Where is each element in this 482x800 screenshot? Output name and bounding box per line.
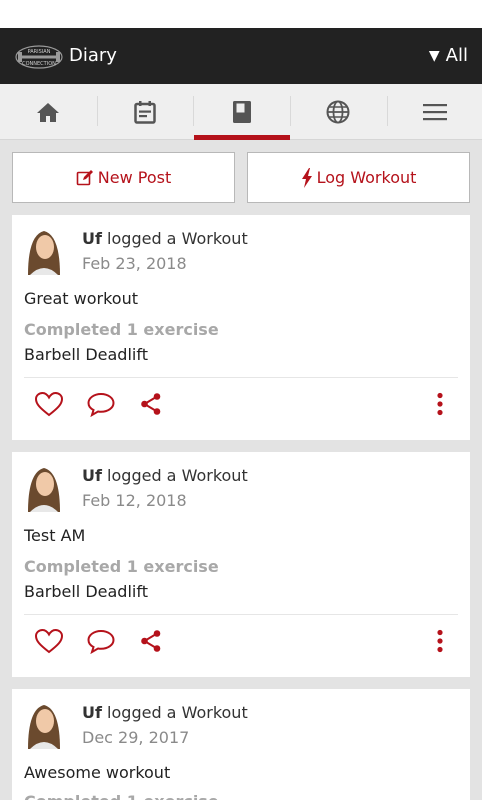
more-vertical-icon <box>437 392 443 416</box>
comment-button[interactable] <box>86 624 116 658</box>
hamburger-menu-icon <box>423 104 447 121</box>
post-date: Feb 12, 2018 <box>82 491 187 510</box>
status-bar <box>0 0 482 28</box>
tab-calendar[interactable] <box>97 84 193 140</box>
filter-label: All <box>445 45 468 66</box>
more-options-button[interactable] <box>436 624 444 658</box>
avatar <box>24 462 64 512</box>
more-vertical-icon <box>437 629 443 653</box>
filter-dropdown[interactable]: ▼ All <box>429 45 468 66</box>
post-header: Uf logged a Workout <box>82 703 248 722</box>
heart-icon <box>34 628 64 654</box>
avatar <box>24 699 64 749</box>
post-date: Dec 29, 2017 <box>82 728 190 747</box>
book-icon <box>233 101 251 123</box>
tab-menu[interactable] <box>387 84 482 140</box>
calendar-icon <box>134 101 156 124</box>
share-icon <box>141 393 161 415</box>
edit-icon <box>76 169 93 185</box>
post-action: logged a Workout <box>107 703 248 722</box>
post-action: logged a Workout <box>107 229 248 248</box>
tab-home[interactable] <box>0 84 96 140</box>
avatar <box>24 225 64 275</box>
app-bar: PARISIAN CONNECTION Diary ▼ All <box>0 28 482 84</box>
completed-summary: Completed 1 exercise <box>24 557 219 576</box>
tab-bar <box>0 84 482 140</box>
user-name[interactable]: Uf <box>82 466 102 485</box>
log-workout-button[interactable]: Log Workout <box>247 152 470 203</box>
post-date: Feb 23, 2018 <box>82 254 187 273</box>
share-button[interactable] <box>140 387 162 421</box>
completed-summary: Completed 1 exercise <box>24 320 219 339</box>
more-options-button[interactable] <box>436 387 444 421</box>
triangle-down-icon: ▼ <box>428 47 440 64</box>
new-post-button[interactable]: New Post <box>12 152 235 203</box>
share-button[interactable] <box>140 624 162 658</box>
divider <box>24 614 458 615</box>
bolt-icon <box>301 167 312 188</box>
exercise-name: Barbell Deadlift <box>24 345 148 364</box>
page-title: Diary <box>69 45 117 66</box>
completed-summary: Completed 1 exercise <box>24 792 219 800</box>
post-text: Test AM <box>24 526 86 545</box>
home-icon <box>37 103 59 122</box>
feed-card: Uf logged a Workout Feb 23, 2018 Great w… <box>12 215 470 440</box>
logo: PARISIAN CONNECTION <box>15 45 63 69</box>
tab-community[interactable] <box>290 84 386 140</box>
like-button[interactable] <box>34 624 64 658</box>
post-header: Uf logged a Workout <box>82 466 248 485</box>
post-text: Great workout <box>24 289 138 308</box>
tab-diary[interactable] <box>194 84 290 140</box>
globe-icon <box>326 100 350 124</box>
post-action: logged a Workout <box>107 466 248 485</box>
new-post-label: New Post <box>97 168 172 187</box>
svg-text:PARISIAN: PARISIAN <box>28 49 51 55</box>
comment-button[interactable] <box>86 387 116 421</box>
heart-icon <box>34 391 64 417</box>
action-buttons: New Post Log Workout <box>12 152 470 204</box>
active-tab-indicator <box>194 135 290 140</box>
svg-text:CONNECTION: CONNECTION <box>22 61 56 67</box>
comment-icon <box>87 629 115 654</box>
feed-card: Uf logged a Workout Dec 29, 2017 Awesome… <box>12 689 470 800</box>
like-button[interactable] <box>34 387 64 421</box>
user-name[interactable]: Uf <box>82 703 102 722</box>
post-header: Uf logged a Workout <box>82 229 248 248</box>
divider <box>24 377 458 378</box>
exercise-name: Barbell Deadlift <box>24 582 148 601</box>
user-name[interactable]: Uf <box>82 229 102 248</box>
post-text: Awesome workout <box>24 763 171 782</box>
log-workout-label: Log Workout <box>316 168 417 187</box>
feed-card: Uf logged a Workout Feb 12, 2018 Test AM… <box>12 452 470 677</box>
comment-icon <box>87 392 115 417</box>
share-icon <box>141 630 161 652</box>
